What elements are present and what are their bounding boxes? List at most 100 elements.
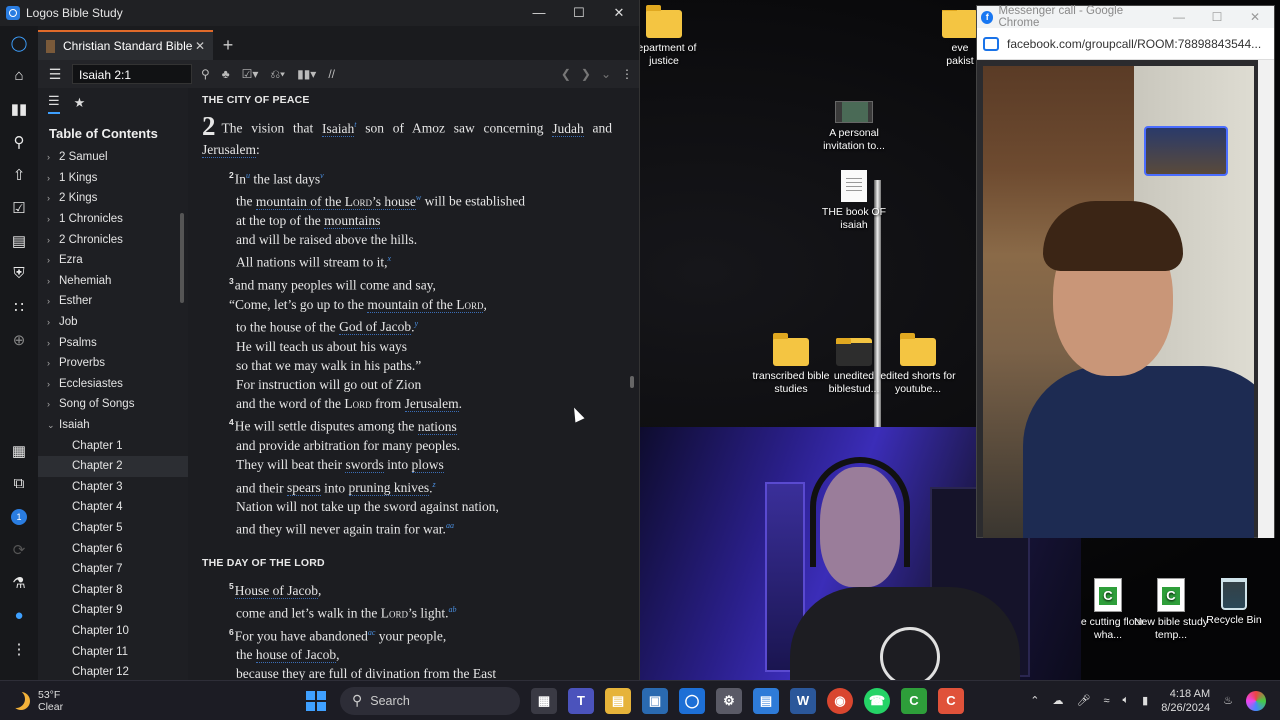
toc-list-tab[interactable]: ☰ xyxy=(48,93,60,114)
logos-home-logo-icon[interactable]: ◯ xyxy=(0,26,38,59)
maximize-button[interactable]: ☐ xyxy=(559,5,599,21)
toc-chapter-item[interactable]: Chapter 5 xyxy=(38,518,188,539)
columns-icon[interactable]: ▮▮▾ xyxy=(294,67,319,81)
toc-book-item[interactable]: ⌄ Isaiah xyxy=(38,415,188,436)
desktop-icon-recycle-bin[interactable]: Recycle Bin xyxy=(1192,578,1276,627)
chevron-right-icon[interactable]: › xyxy=(47,338,59,348)
start-button[interactable] xyxy=(306,690,326,711)
toc-chapter-item[interactable]: Chapter 3 xyxy=(38,477,188,498)
chevron-right-icon[interactable]: › xyxy=(47,317,59,327)
sync-icon[interactable]: ⟳ xyxy=(0,533,38,566)
chevron-down-icon[interactable]: ⌄ xyxy=(47,420,59,431)
toc-book-item[interactable]: › Esther xyxy=(38,291,188,312)
more-vertical-icon[interactable]: ⋮ xyxy=(621,67,633,81)
camtasia-icon[interactable]: C xyxy=(901,687,927,714)
toc-chapter-item[interactable]: Chapter 10 xyxy=(38,621,188,642)
clock[interactable]: 4:18 AM 8/26/2024 xyxy=(1161,687,1210,715)
toc-book-item[interactable]: › 2 Kings xyxy=(38,188,188,209)
chevron-right-icon[interactable]: › xyxy=(47,379,59,389)
store-icon[interactable]: ▣ xyxy=(642,687,668,714)
cart-icon[interactable]: ⚗ xyxy=(0,566,38,599)
inline-icon[interactable]: ⎌▾ xyxy=(267,67,288,82)
highlight-icon[interactable]: ☑▾ xyxy=(239,67,262,81)
logos-window[interactable]: Logos Bible Study — ☐ ✕ ◯ ⌂ ▮▮ ⚲ ⇧ ☑ ▤ ⛨… xyxy=(0,0,640,680)
word-icon[interactable]: W xyxy=(790,687,816,714)
logos-titlebar[interactable]: Logos Bible Study — ☐ ✕ xyxy=(0,0,639,26)
chrome-icon[interactable]: ◉ xyxy=(827,687,853,714)
home-icon[interactable]: ⌂ xyxy=(0,59,38,92)
toc-chapter-item[interactable]: Chapter 1 xyxy=(38,435,188,456)
checklist-icon[interactable]: ☑ xyxy=(0,191,38,224)
add-tab-button[interactable]: + xyxy=(213,30,243,60)
chevron-up-icon[interactable]: ⌃ xyxy=(1030,694,1039,707)
maximize-button[interactable]: ☐ xyxy=(1198,10,1236,24)
toc-book-item[interactable]: › Nehemiah xyxy=(38,271,188,292)
toc-book-item[interactable]: › Ezra xyxy=(38,250,188,271)
task-view-icon[interactable]: ▦ xyxy=(531,687,557,714)
chevron-right-icon[interactable]: › xyxy=(47,399,59,409)
logos-taskbar-icon[interactable]: ◯ xyxy=(679,687,705,714)
desktop-icon-isaiah-doc[interactable]: THE book OF isaiah xyxy=(812,170,896,232)
reader-scrollbar[interactable] xyxy=(630,376,634,388)
whatsapp-icon[interactable]: ☎ xyxy=(864,687,890,714)
shield-icon[interactable]: ⛨ xyxy=(0,257,38,290)
toc-chapter-item[interactable]: Chapter 7 xyxy=(38,559,188,580)
teams-icon[interactable]: T xyxy=(568,687,594,714)
site-info-icon[interactable] xyxy=(983,36,999,51)
toc-book-item[interactable]: › Ecclesiastes xyxy=(38,374,188,395)
chevron-right-icon[interactable]: › xyxy=(47,193,59,203)
search-icon[interactable]: ⚲ xyxy=(198,67,213,81)
scrollbar[interactable] xyxy=(1258,60,1274,538)
toc-book-item[interactable]: › 2 Samuel xyxy=(38,147,188,168)
forward-icon[interactable]: ❯ xyxy=(581,67,591,81)
cloud-icon[interactable]: ☁ xyxy=(1053,694,1064,707)
volume-icon[interactable]: 🔈︎ xyxy=(1123,694,1130,707)
toc-book-item[interactable]: › 2 Chronicles xyxy=(38,229,188,250)
toc-scrollbar[interactable] xyxy=(180,213,184,303)
tab-csb[interactable]: Christian Standard Bible ✕ xyxy=(38,30,213,60)
toc-chapter-item[interactable]: Chapter 2 xyxy=(38,455,188,477)
toc-chapter-item[interactable]: Chapter 4 xyxy=(38,497,188,518)
close-button[interactable]: ✕ xyxy=(599,5,639,21)
chevron-right-icon[interactable]: › xyxy=(47,214,59,224)
more-vertical-icon[interactable]: ⋮ xyxy=(0,632,38,665)
layout-icon[interactable]: ▦ xyxy=(0,434,38,467)
reference-input[interactable]: Isaiah 2:1 xyxy=(72,64,192,84)
desktop-icon-invite[interactable]: A personal invitation to... xyxy=(812,101,896,153)
upload-icon[interactable]: ⇧ xyxy=(0,158,38,191)
desktop-icon-partial[interactable]: eve pakist xyxy=(940,10,980,68)
apps-grid-icon[interactable]: ∷ xyxy=(0,290,38,323)
minimize-button[interactable]: — xyxy=(519,5,559,21)
camtasia-recorder-icon[interactable]: C xyxy=(938,687,964,714)
self-view-video[interactable] xyxy=(1144,126,1228,176)
address-bar[interactable]: facebook.com/groupcall/ROOM:78898843544.… xyxy=(977,28,1274,60)
account-icon[interactable]: ● xyxy=(0,599,38,632)
copilot-icon[interactable] xyxy=(1246,690,1266,711)
visual-filter-icon[interactable]: ♣ xyxy=(219,67,233,81)
weather-widget[interactable]: 53°F Clear xyxy=(0,689,120,713)
document-icon[interactable]: ▤ xyxy=(0,224,38,257)
settings-gear-icon[interactable]: ⚙ xyxy=(716,687,742,714)
toc-book-item[interactable]: › 1 Chronicles xyxy=(38,209,188,230)
toc-book-item[interactable]: › Psalms xyxy=(38,332,188,353)
chrome-titlebar[interactable]: f Messenger call - Google Chrome — ☐ ✕ xyxy=(977,5,1274,29)
microphone-icon[interactable]: 🎤︎ xyxy=(1077,694,1091,707)
taskbar-search[interactable]: ⚲ Search xyxy=(340,686,520,715)
battery-icon[interactable]: ▮ xyxy=(1142,694,1148,707)
toc-chapter-item[interactable]: Chapter 11 xyxy=(38,641,188,662)
wifi-icon[interactable]: ≈ xyxy=(1103,695,1109,707)
menu-icon[interactable]: ☰ xyxy=(44,66,66,83)
toc-book-item[interactable]: › Proverbs xyxy=(38,353,188,374)
search-icon[interactable]: ⚲ xyxy=(0,125,38,158)
toc-book-item[interactable]: › 1 Kings xyxy=(38,168,188,189)
favorites-star-icon[interactable]: ★ xyxy=(74,95,86,111)
chevron-right-icon[interactable]: › xyxy=(47,173,59,183)
notification-badge[interactable]: 1 xyxy=(0,500,38,533)
chevron-right-icon[interactable]: › xyxy=(47,152,59,162)
file-explorer-icon[interactable]: ▤ xyxy=(605,687,631,714)
toc-book-item[interactable]: › Job xyxy=(38,312,188,333)
chevron-right-icon[interactable]: › xyxy=(47,358,59,368)
minimize-button[interactable]: — xyxy=(1160,10,1198,24)
chrome-window[interactable]: f Messenger call - Google Chrome — ☐ ✕ f… xyxy=(976,5,1275,538)
toc-chapter-item[interactable]: Chapter 8 xyxy=(38,579,188,600)
